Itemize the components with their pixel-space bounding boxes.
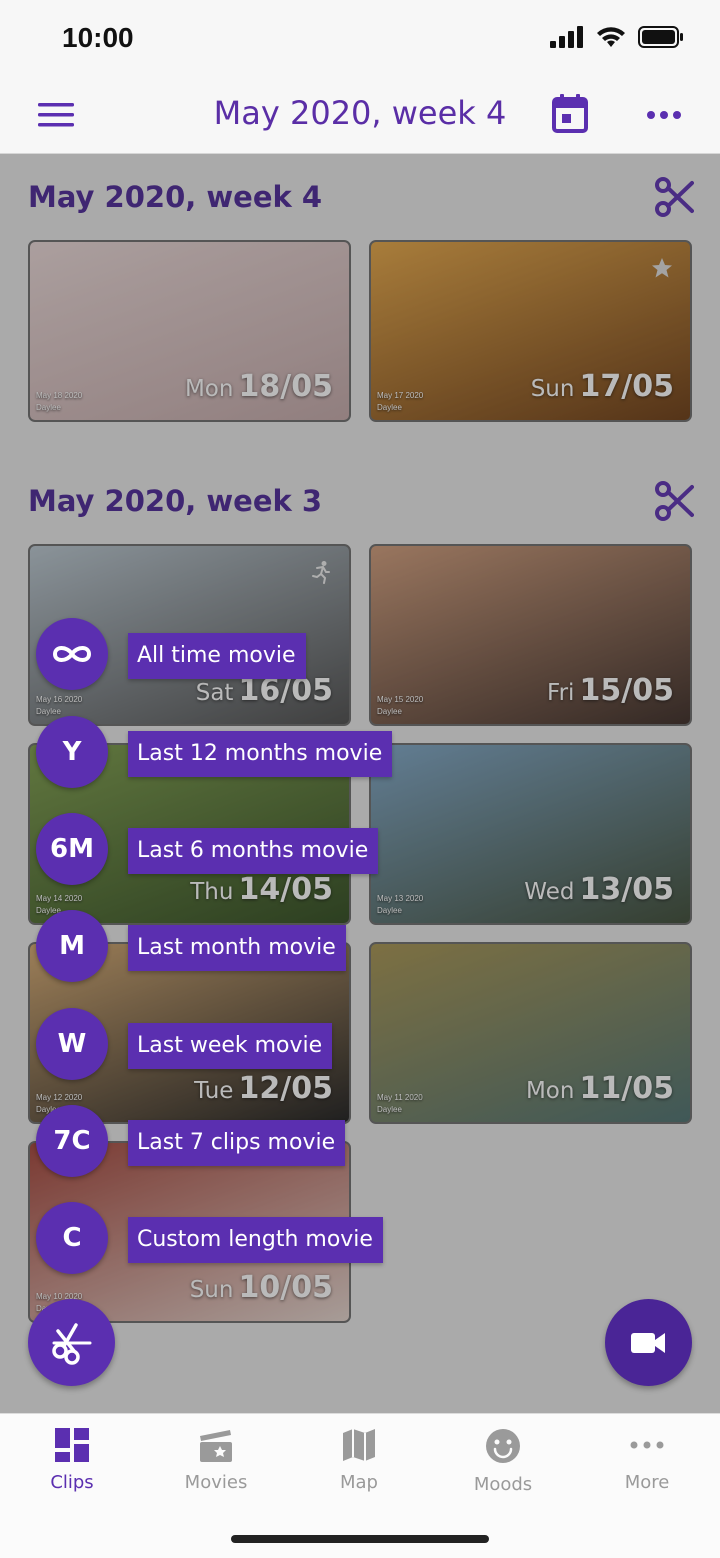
fab-option-label[interactable]: Custom length movie [128, 1217, 383, 1263]
home-indicator [231, 1535, 489, 1543]
status-bar: 10:00 [0, 0, 720, 78]
signal-icon [550, 26, 583, 48]
fab-option-label[interactable]: All time movie [128, 633, 306, 679]
status-icons [550, 26, 684, 48]
fab-option-badge[interactable]: 7C [36, 1105, 108, 1177]
scissors-icon [51, 1322, 91, 1365]
calendar-icon[interactable] [552, 94, 588, 134]
map-icon [343, 1429, 375, 1461]
tab-clips[interactable]: Clips [0, 1428, 144, 1493]
fab-option-badge[interactable]: W [36, 1008, 108, 1080]
fab-option-badge[interactable]: C [36, 1202, 108, 1274]
page-title: May 2020, week 4 [213, 94, 507, 132]
more-dots-icon [630, 1441, 664, 1449]
tab-label: Map [340, 1472, 378, 1493]
tab-label: More [624, 1472, 670, 1493]
more-options-icon[interactable] [646, 108, 682, 122]
wifi-icon [597, 27, 625, 47]
clips-grid-icon [55, 1428, 89, 1462]
battery-icon [638, 26, 683, 48]
fab-option-label[interactable]: Last week movie [128, 1023, 333, 1069]
tab-label: Moods [473, 1474, 533, 1495]
tab-label: Movies [184, 1472, 248, 1493]
video-camera-icon [630, 1332, 665, 1353]
fab-option-badge[interactable]: M [36, 910, 108, 982]
tab-label: Clips [50, 1472, 94, 1493]
fab-option-label[interactable]: Last 7 clips movie [128, 1120, 346, 1166]
infinity-icon[interactable] [36, 618, 108, 690]
make-movie-button[interactable] [28, 1299, 115, 1386]
status-time: 10:00 [62, 22, 134, 53]
movie-clapper-icon [200, 1430, 232, 1462]
fab-option-label[interactable]: Last 6 months movie [128, 828, 379, 874]
fab-option-label[interactable]: Last 12 months movie [128, 731, 393, 777]
smiley-face-icon [486, 1429, 520, 1463]
tab-more[interactable]: More [575, 1428, 719, 1493]
fab-option-badge[interactable]: 6M [36, 813, 108, 885]
tab-map[interactable]: Map [287, 1428, 431, 1493]
tab-movies[interactable]: Movies [144, 1428, 288, 1493]
navigation-bar: May 2020, week 4 [0, 78, 720, 154]
fab-option-label[interactable]: Last month movie [128, 925, 346, 971]
fab-option-badge[interactable]: Y [36, 716, 108, 788]
record-clip-button[interactable] [605, 1299, 692, 1386]
tab-moods[interactable]: Moods [431, 1428, 575, 1495]
